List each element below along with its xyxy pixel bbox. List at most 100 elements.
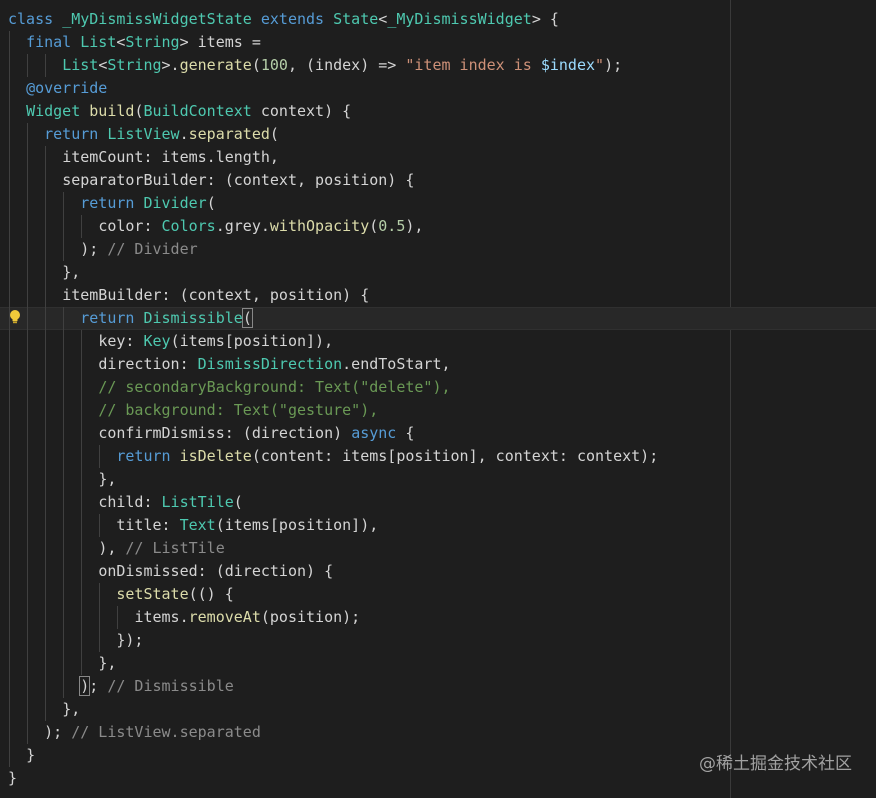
code-token: // secondaryBackground: Text("delete"),	[98, 378, 451, 396]
code-text: return ListView.separated(	[8, 125, 279, 143]
code-token: onDismissed: (direction) {	[98, 562, 334, 580]
code-text: return Dismissible(	[8, 308, 253, 328]
code-token: // ListView.separated	[71, 723, 261, 741]
code-line[interactable]: ), // ListTile	[8, 537, 876, 560]
code-line[interactable]: confirmDismiss: (direction) async {	[8, 422, 876, 445]
code-token: return	[44, 125, 108, 143]
code-token: .	[179, 125, 189, 143]
code-line[interactable]: // background: Text("gesture"),	[8, 399, 876, 422]
code-line[interactable]: class _MyDismissWidgetState extends Stat…	[8, 8, 876, 31]
code-token: }	[26, 746, 36, 764]
code-token: "	[595, 56, 605, 74]
code-token: // background: Text("gesture"),	[98, 401, 379, 419]
code-token: > items =	[179, 33, 261, 51]
code-line[interactable]: ); // Dismissible	[8, 675, 876, 698]
code-token: (() {	[188, 585, 234, 603]
code-token: );	[604, 56, 623, 74]
code-line[interactable]: });	[8, 629, 876, 652]
code-token: );	[80, 240, 108, 258]
code-line[interactable]: },	[8, 698, 876, 721]
code-line[interactable]: return isDelete(content: items[position]…	[8, 445, 876, 468]
code-token: String	[107, 56, 162, 74]
code-token: , (index) =>	[287, 56, 406, 74]
code-line[interactable]: return ListView.separated(	[8, 123, 876, 146]
code-token: );	[44, 723, 72, 741]
code-text: return isDelete(content: items[position]…	[8, 447, 658, 465]
code-token: // Divider	[107, 240, 198, 258]
code-token: 0.5	[378, 217, 406, 235]
code-lines: class _MyDismissWidgetState extends Stat…	[0, 8, 876, 790]
code-token: ListTile	[161, 493, 234, 511]
code-token: generate	[179, 56, 252, 74]
code-line[interactable]: direction: DismissDirection.endToStart,	[8, 353, 876, 376]
code-token: (items[position]),	[215, 516, 379, 534]
code-token: separated	[188, 125, 270, 143]
code-line[interactable]: return Dismissible(	[0, 307, 876, 330]
code-line[interactable]: onDismissed: (direction) {	[8, 560, 876, 583]
code-token: return	[80, 194, 144, 212]
code-token: List	[80, 33, 117, 51]
code-token: <	[378, 10, 388, 28]
code-text: // secondaryBackground: Text("delete"),	[8, 378, 451, 396]
code-token: (position);	[260, 608, 361, 626]
code-line[interactable]: @override	[8, 77, 876, 100]
code-token: itemBuilder: (context, position) {	[62, 286, 370, 304]
code-line[interactable]: return Divider(	[8, 192, 876, 215]
code-text: final List<String> items =	[8, 33, 261, 51]
code-token: title:	[116, 516, 180, 534]
code-line[interactable]: },	[8, 652, 876, 675]
code-line[interactable]: itemCount: items.length,	[8, 146, 876, 169]
code-token: build	[89, 102, 135, 120]
code-line[interactable]: // secondaryBackground: Text("delete"),	[8, 376, 876, 399]
code-text: confirmDismiss: (direction) async {	[8, 424, 414, 442]
code-token: async	[351, 424, 397, 442]
code-token: final	[26, 33, 81, 51]
code-token: Dismissible	[143, 309, 243, 327]
code-token: (	[251, 56, 261, 74]
code-line[interactable]: child: ListTile(	[8, 491, 876, 514]
code-text: },	[8, 470, 116, 488]
code-token: <	[98, 56, 108, 74]
code-line[interactable]: itemBuilder: (context, position) {	[8, 284, 876, 307]
code-text: ); // ListView.separated	[8, 723, 261, 741]
code-token: >.	[161, 56, 180, 74]
code-token: ),	[405, 217, 424, 235]
code-line[interactable]: },	[8, 261, 876, 284]
code-line[interactable]: setState(() {	[8, 583, 876, 606]
code-text: child: ListTile(	[8, 493, 243, 511]
code-text: class _MyDismissWidgetState extends Stat…	[8, 10, 559, 28]
code-line[interactable]: key: Key(items[position]),	[8, 330, 876, 353]
code-token: State	[333, 10, 379, 28]
code-line[interactable]: separatorBuilder: (context, position) {	[8, 169, 876, 192]
code-token: "item index is	[405, 56, 541, 74]
lightbulb-icon[interactable]	[8, 309, 22, 325]
code-token: Text	[179, 516, 216, 534]
code-token: _MyDismissWidget	[387, 10, 532, 28]
code-line[interactable]: items.removeAt(position);	[8, 606, 876, 629]
code-line[interactable]: ); // Divider	[8, 238, 876, 261]
code-token: List	[62, 56, 99, 74]
code-token: },	[62, 263, 81, 281]
code-text: return Divider(	[8, 194, 215, 212]
code-token: DismissDirection	[197, 355, 343, 373]
code-line[interactable]: title: Text(items[position]),	[8, 514, 876, 537]
code-token: class	[8, 10, 63, 28]
code-line[interactable]: },	[8, 468, 876, 491]
code-text: }	[8, 769, 17, 787]
code-line[interactable]: List<String>.generate(100, (index) => "i…	[8, 54, 876, 77]
code-token: });	[116, 631, 144, 649]
code-text: setState(() {	[8, 585, 234, 603]
code-token: ;	[89, 677, 108, 695]
code-text: ); // Divider	[8, 240, 198, 258]
code-editor[interactable]: class _MyDismissWidgetState extends Stat…	[0, 0, 876, 798]
code-token: // Dismissible	[107, 677, 234, 695]
code-line[interactable]: Widget build(BuildContext context) {	[8, 100, 876, 123]
code-line[interactable]: color: Colors.grey.withOpacity(0.5),	[8, 215, 876, 238]
code-text: }	[8, 746, 35, 764]
code-token: isDelete	[179, 447, 252, 465]
code-line[interactable]: ); // ListView.separated	[8, 721, 876, 744]
code-text: ); // Dismissible	[8, 676, 234, 696]
code-line[interactable]: final List<String> items =	[8, 31, 876, 54]
code-token: key:	[98, 332, 144, 350]
code-token: extends	[251, 10, 334, 28]
